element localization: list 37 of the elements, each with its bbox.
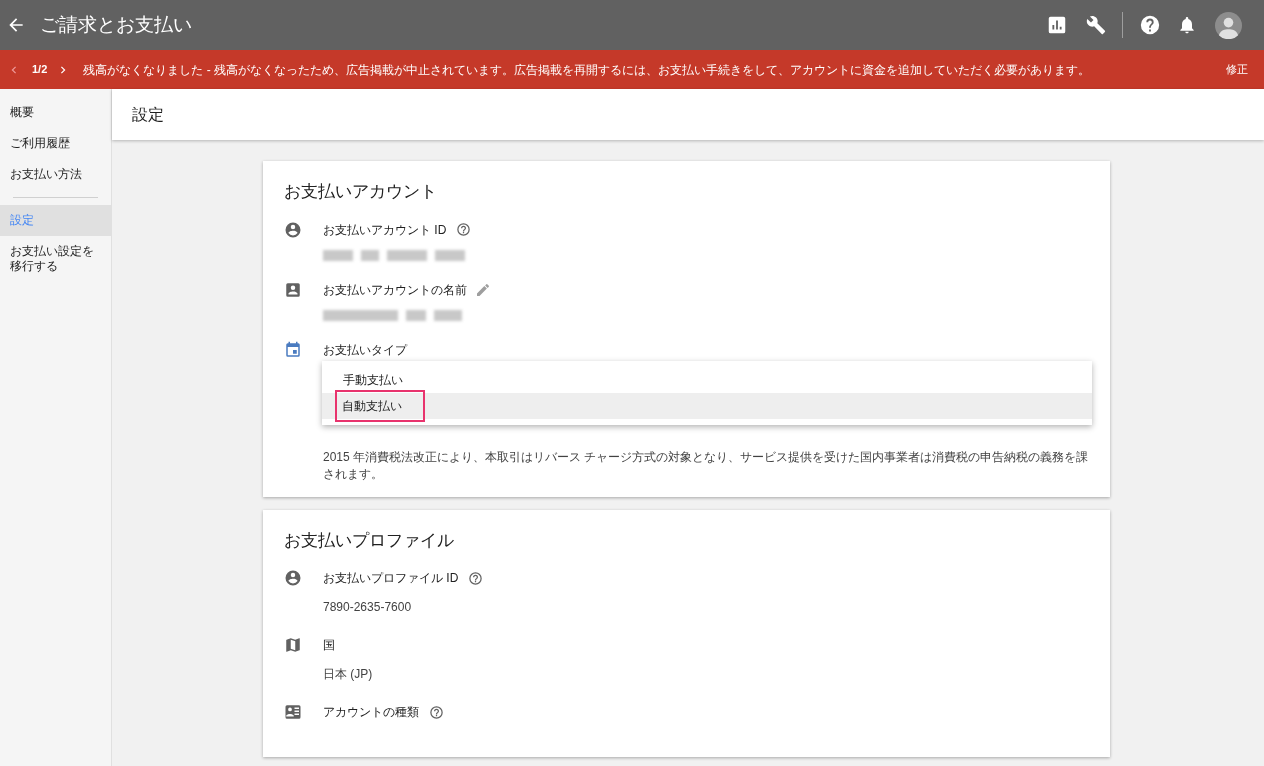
field-label: アカウントの種類 [323, 704, 419, 721]
fix-link[interactable]: 修正 [1226, 61, 1248, 78]
sidebar-item[interactable]: お支払い方法 [0, 159, 111, 190]
menu-item[interactable]: 手動支払い [322, 366, 1092, 393]
person-icon [284, 569, 302, 587]
field-label: 国 [323, 637, 335, 654]
bell-icon[interactable] [1177, 15, 1197, 35]
help-icon[interactable] [1139, 14, 1161, 36]
sidebar-item[interactable]: お支払い設定を移行する [0, 236, 111, 282]
field-value: 日本 (JP) [323, 666, 373, 683]
card-title: お支払いプロファイル [284, 529, 455, 552]
help-icon[interactable] [468, 570, 484, 586]
alert-message: 残高がなくなりました - 残高がなくなったため、広告掲載が中止されています。広告掲載を再開するには、お支払い手続きをして、アカウントに資金を追加していただく必要があります。 [83, 61, 1090, 79]
wrench-icon[interactable] [1086, 15, 1106, 35]
contact-icon [284, 280, 302, 299]
field-label: お支払いアカウント ID [323, 221, 447, 239]
card-title: お支払いアカウント [284, 181, 438, 203]
calendar-icon [284, 340, 302, 359]
page-counter: 1/2 [32, 62, 48, 78]
section-title: 設定 [132, 104, 164, 125]
person-icon [284, 220, 302, 239]
field-value: 7890-2635-7600 [323, 599, 413, 616]
id-card-icon [284, 703, 302, 721]
field-label: お支払いプロファイル ID [323, 570, 459, 587]
help-icon[interactable] [429, 704, 444, 720]
help-icon[interactable] [456, 222, 472, 237]
menu-item[interactable]: 自動支払い [322, 392, 1092, 419]
tax-note: 2015 年消費税法改正により、本取引はリバース チャージ方式の対象となり、サービス提供を受けた国内事業者は消費税の申告納税の義務を課されます。 [323, 448, 1089, 483]
avatar[interactable] [1215, 11, 1242, 39]
field-label: お支払いアカウントの名前 [323, 281, 467, 299]
bar-chart-icon[interactable] [1046, 14, 1068, 36]
sidebar-item[interactable]: 概要 [0, 97, 111, 128]
field-label: お支払いタイプ [323, 341, 407, 359]
pencil-icon[interactable] [475, 281, 491, 298]
page-title: ご請求とお支払い [40, 12, 192, 37]
map-icon [284, 636, 302, 654]
sidebar-item[interactable]: ご利用履歴 [0, 128, 111, 159]
